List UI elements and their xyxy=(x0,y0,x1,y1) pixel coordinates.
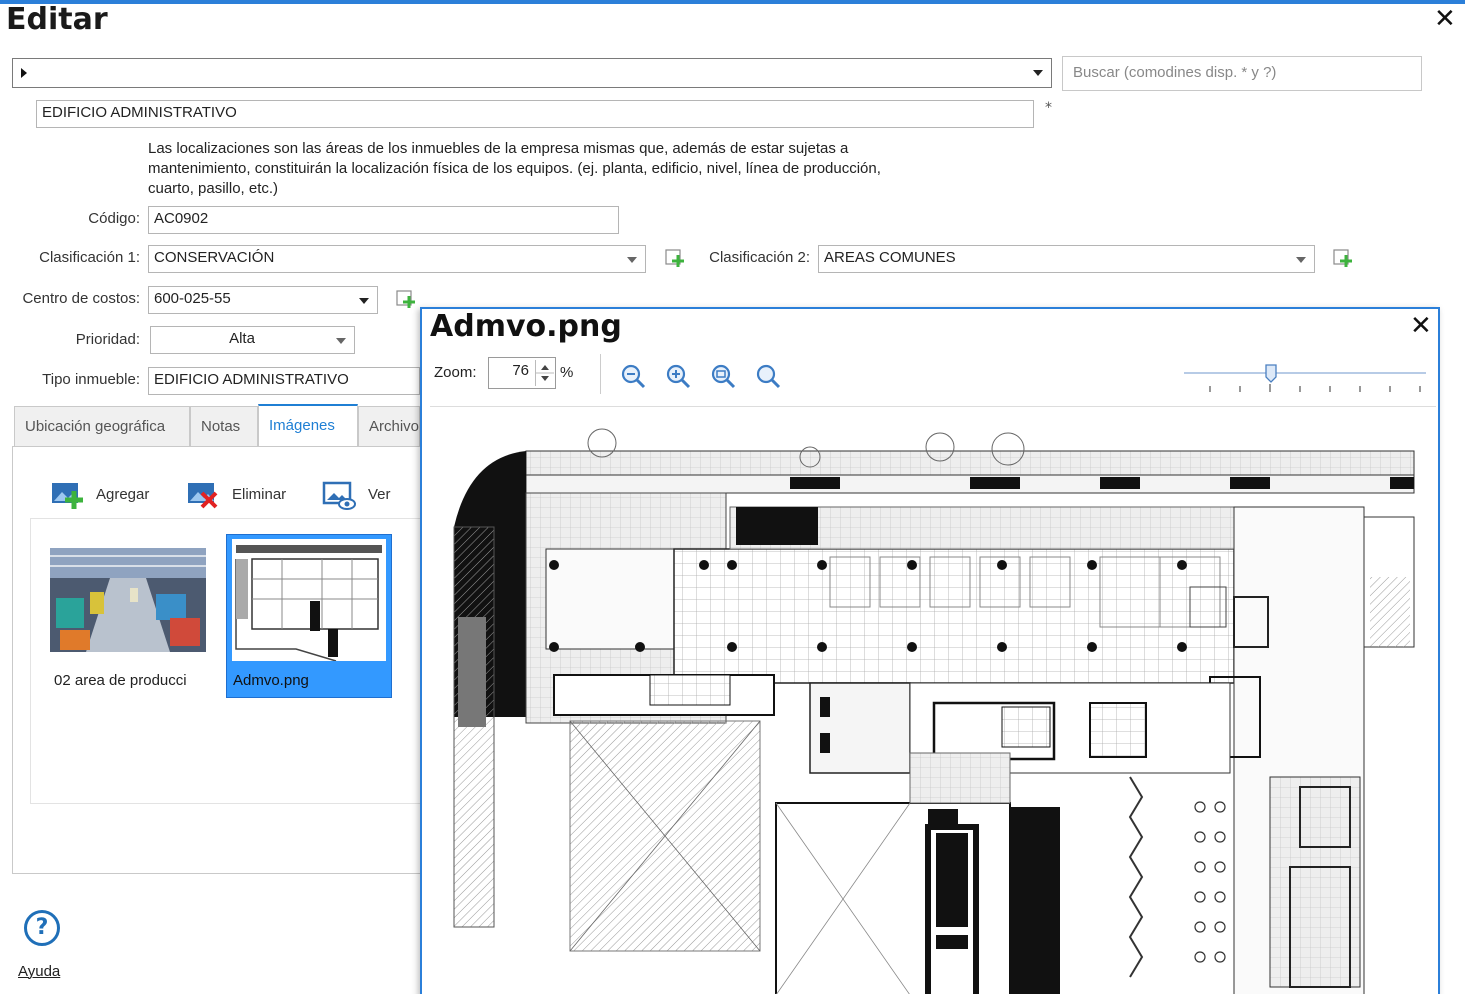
zoom-label: Zoom: xyxy=(434,364,477,381)
description-text: Las localizaciones son las áreas de los … xyxy=(148,140,881,197)
centro-costos-select[interactable]: 600-025-55 xyxy=(148,286,378,314)
help-link[interactable]: Ayuda xyxy=(18,963,60,980)
clasificacion1-value: CONSERVACIÓN xyxy=(154,249,275,266)
tab-notas[interactable]: Notas xyxy=(190,406,258,446)
floor-plan-thumbnail xyxy=(232,539,386,661)
viewer-close-button[interactable]: ✕ xyxy=(1410,313,1432,339)
floor-plan-image xyxy=(430,407,1436,994)
window-title: Editar xyxy=(6,2,108,37)
centro-costos-value: 600-025-55 xyxy=(154,290,231,307)
clasificacion2-select[interactable]: AREAS COMUNES xyxy=(818,245,1315,273)
tab-ubicacion-geografica[interactable]: Ubicación geográfica xyxy=(14,406,190,446)
codigo-label: Código: xyxy=(88,210,140,227)
expand-triangle-icon xyxy=(21,68,27,78)
gallery-item-label: Admvo.png xyxy=(233,672,309,689)
add-clasificacion1-icon[interactable] xyxy=(664,247,686,269)
tipo-inmueble-field[interactable]: EDIFICIO ADMINISTRATIVO xyxy=(148,367,420,395)
clasificacion1-label: Clasificación 1: xyxy=(39,249,140,266)
factory-photo-thumbnail xyxy=(50,548,206,652)
clasificacion2-label: Clasificación 2: xyxy=(709,249,810,266)
name-field[interactable]: EDIFICIO ADMINISTRATIVO xyxy=(36,100,1034,128)
tab-imagenes[interactable]: Imágenes xyxy=(258,404,358,446)
spin-arrows-icon xyxy=(536,365,554,381)
delete-image-button[interactable]: Eliminar xyxy=(186,476,286,512)
add-image-icon xyxy=(52,483,83,509)
chevron-down-icon[interactable] xyxy=(336,338,346,344)
toolbar-separator xyxy=(600,354,601,394)
zoom-actual-icon[interactable] xyxy=(754,362,782,390)
chevron-down-icon[interactable] xyxy=(627,257,637,263)
add-clasificacion2-icon[interactable] xyxy=(1332,247,1354,269)
prioridad-select[interactable]: Alta xyxy=(150,326,355,354)
close-button[interactable]: ✕ xyxy=(1434,6,1456,32)
delete-image-label: Eliminar xyxy=(232,485,287,503)
gallery-item-selected[interactable]: Admvo.png xyxy=(226,534,392,698)
gallery-item-label: 02 area de producci xyxy=(54,672,187,689)
view-image-icon xyxy=(322,481,356,510)
prioridad-label: Prioridad: xyxy=(75,331,140,348)
view-image-label: Ver xyxy=(368,485,391,503)
add-centro-costos-icon[interactable] xyxy=(395,288,417,310)
search-input[interactable]: Buscar (comodines disp. * y ?) xyxy=(1062,56,1422,91)
zoom-out-icon[interactable] xyxy=(619,362,647,390)
clasificacion2-value: AREAS COMUNES xyxy=(824,249,956,266)
zoom-in-icon[interactable] xyxy=(664,362,692,390)
zoom-slider[interactable] xyxy=(1184,362,1426,396)
chevron-down-icon[interactable] xyxy=(359,298,369,304)
delete-image-icon xyxy=(188,483,218,509)
prioridad-value: Alta xyxy=(229,330,255,347)
viewer-title: Admvo.png xyxy=(430,309,622,344)
gallery-item[interactable] xyxy=(50,548,206,652)
centro-costos-label: Centro de costos: xyxy=(22,290,140,307)
clasificacion1-select[interactable]: CONSERVACIÓN xyxy=(148,245,646,273)
zoom-fit-icon[interactable] xyxy=(709,362,737,390)
codigo-field[interactable]: AC0902 xyxy=(148,206,619,234)
required-mark: * xyxy=(1045,100,1052,116)
help-icon[interactable]: ? xyxy=(24,910,60,946)
record-selector-combo[interactable] xyxy=(12,58,1052,88)
zoom-stepper[interactable]: 76 xyxy=(488,357,556,389)
chevron-down-icon[interactable] xyxy=(1033,70,1043,76)
chevron-down-icon[interactable] xyxy=(1296,257,1306,263)
tipo-inmueble-label: Tipo inmueble: xyxy=(42,371,140,388)
zoom-spin-buttons[interactable] xyxy=(535,360,554,386)
add-image-label: Agregar xyxy=(96,485,150,503)
tab-archivo[interactable]: Archivo xyxy=(358,406,420,446)
image-canvas[interactable] xyxy=(430,406,1436,994)
add-image-button[interactable]: Agregar xyxy=(50,476,149,512)
zoom-unit: % xyxy=(560,364,574,381)
zoom-value: 76 xyxy=(512,362,529,379)
view-image-button[interactable]: Ver xyxy=(322,476,391,512)
